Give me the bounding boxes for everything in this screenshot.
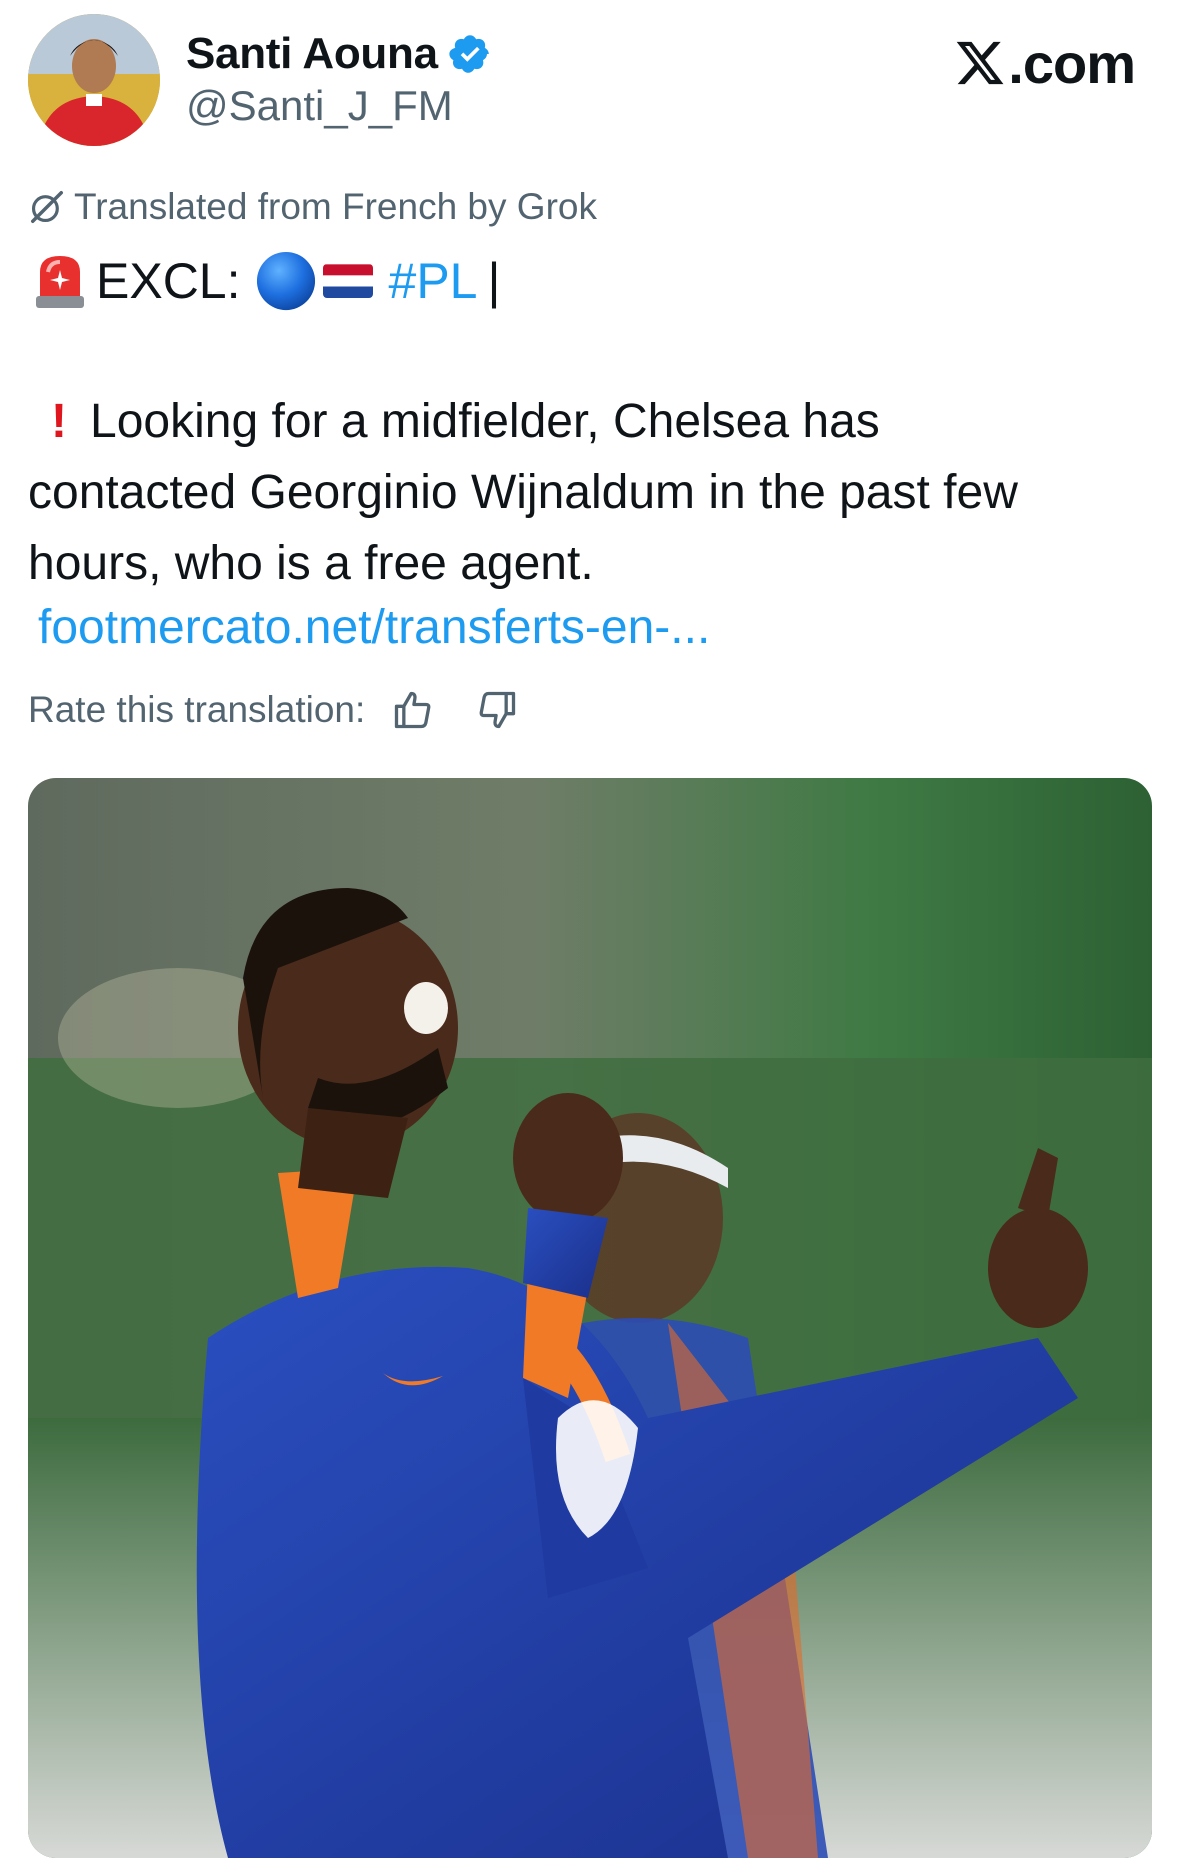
body-line-3: hours, who is a free agent. [28,537,594,590]
translation-note-text: Translated from French by Grok [74,186,597,227]
headline-prefix: EXCL: [96,253,241,309]
headline-suffix: | [487,253,501,309]
translation-note: Translated from French by Grok [28,186,597,228]
thumbs-up-icon[interactable] [391,688,435,732]
exclamation-icon: ! [51,395,67,448]
author-handle[interactable]: @Santi_J_FM [186,82,453,130]
author-name[interactable]: Santi Aouna [186,29,438,79]
body-line-1: Looking for a midfielder, Chelsea has [90,395,880,448]
x-com-text: .com [1008,31,1136,95]
hashtag-pl[interactable]: #PL [389,252,478,310]
rate-label: Rate this translation: [28,689,366,730]
player-celebration-image [28,778,1152,1858]
author-avatar[interactable] [28,14,160,146]
article-link[interactable]: footmercato.net/transferts-en-... [38,600,710,655]
author-name-row[interactable]: Santi Aouna [186,24,492,84]
player-avatar [28,14,160,146]
body-line-2: contacted Georginio Wijnaldum in the pas… [28,466,1018,519]
tweet-photo[interactable] [28,778,1152,1858]
verified-badge-icon [449,35,489,73]
x-com-badge: .com [954,28,1136,98]
tweet-body: ! Looking for a midfielder, Chelsea has c… [28,386,1148,599]
rate-translation: Rate this translation: [28,682,519,738]
blue-circle-icon [256,251,315,311]
siren-icon [36,256,84,308]
headline: EXCL: #PL | [34,248,500,314]
x-logo-icon [957,41,1004,85]
thumbs-down-icon[interactable] [475,688,519,732]
grok-icon [31,191,63,223]
netherlands-flag-icon [322,264,373,298]
